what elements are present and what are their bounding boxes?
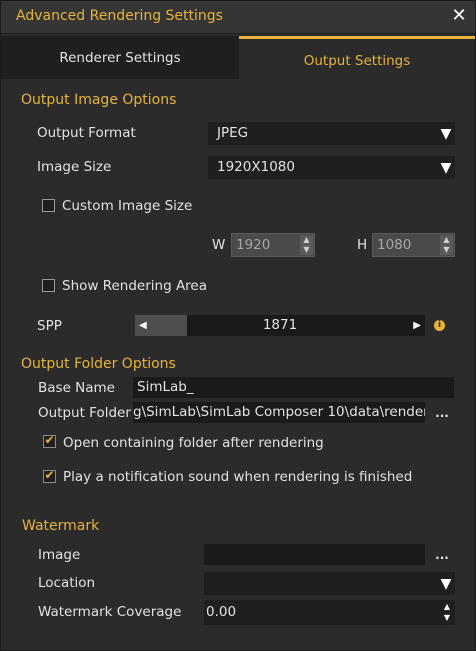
image-size-dropdown[interactable]: 1920X1080 ▼: [208, 156, 455, 179]
watermark-image-label: Image: [38, 547, 81, 563]
triangle-down-icon: ▼: [440, 160, 452, 176]
tab-renderer-settings[interactable]: Renderer Settings: [1, 36, 239, 79]
base-name-input[interactable]: SimLab_: [133, 377, 454, 398]
watermark-image-input[interactable]: [204, 544, 425, 565]
triangle-down-icon: ▼: [440, 126, 452, 142]
check-icon: ✔: [44, 468, 55, 482]
output-folder-input[interactable]: g\SimLab\SimLab Composer 10\data\renders: [133, 402, 425, 423]
output-folder-browse-button[interactable]: ...: [434, 404, 450, 422]
arrow-down-icon[interactable]: ▼: [440, 245, 453, 255]
watermark-location-label: Location: [38, 575, 96, 591]
spp-slider[interactable]: ◀ 1871 ▶: [135, 315, 425, 336]
window-title: Advanced Rendering Settings: [16, 8, 223, 24]
arrow-up-icon[interactable]: ▲: [442, 602, 452, 612]
width-label: W: [212, 237, 226, 253]
title-bar: Advanced Rendering Settings ✕: [0, 0, 476, 34]
output-format-dropdown[interactable]: JPEG ▼: [208, 122, 455, 145]
check-icon: ✔: [44, 433, 55, 447]
notification-sound-label: Play a notification sound when rendering…: [63, 469, 413, 485]
spp-label: SPP: [37, 318, 62, 334]
image-size-label: Image Size: [37, 159, 112, 175]
watermark-coverage-label: Watermark Coverage: [38, 604, 182, 620]
watermark-coverage-arrows: ▲ ▼: [442, 602, 452, 623]
close-icon[interactable]: ✕: [449, 5, 469, 27]
height-spinbox[interactable]: 1080 ▲ ▼: [372, 233, 455, 257]
output-folder-label: Output Folder: [38, 405, 131, 421]
output-folder-options-heading: Output Folder Options: [21, 356, 176, 372]
base-name-label: Base Name: [38, 380, 115, 396]
watermark-heading: Watermark: [22, 518, 100, 534]
width-spin-arrows: ▲ ▼: [300, 235, 313, 255]
arrow-up-icon[interactable]: ▲: [440, 235, 453, 245]
watermark-location-dropdown[interactable]: ▼: [204, 572, 455, 595]
spp-value: 1871: [262, 317, 298, 333]
height-spin-arrows: ▲ ▼: [440, 235, 453, 255]
watermark-image-browse-button[interactable]: ...: [434, 546, 450, 564]
width-value: 1920: [236, 237, 271, 253]
open-folder-label: Open containing folder after rendering: [63, 435, 324, 451]
image-size-value: 1920X1080: [217, 159, 295, 175]
output-format-value: JPEG: [217, 125, 249, 141]
arrow-up-icon[interactable]: ▲: [300, 235, 313, 245]
custom-image-size-label: Custom Image Size: [62, 198, 193, 214]
info-icon[interactable]: i: [434, 320, 445, 331]
height-value: 1080: [377, 237, 412, 253]
show-rendering-area-label: Show Rendering Area: [62, 278, 208, 294]
output-format-label: Output Format: [37, 125, 136, 141]
show-rendering-area-checkbox[interactable]: [42, 279, 55, 292]
arrow-down-icon[interactable]: ▼: [300, 245, 313, 255]
notification-sound-checkbox[interactable]: ✔: [43, 468, 56, 483]
triangle-down-icon: ▼: [440, 576, 452, 592]
height-label: H: [357, 237, 368, 253]
arrow-down-icon[interactable]: ▼: [442, 613, 452, 623]
tab-output-settings[interactable]: Output Settings: [239, 36, 475, 79]
output-image-options-heading: Output Image Options: [21, 92, 177, 108]
watermark-coverage-spinbox[interactable]: 0.00 ▲ ▼: [204, 600, 455, 625]
arrow-right-icon[interactable]: ▶: [409, 315, 421, 336]
custom-image-size-checkbox[interactable]: [42, 199, 55, 212]
watermark-coverage-value: 0.00: [206, 604, 237, 620]
width-spinbox[interactable]: 1920 ▲ ▼: [231, 233, 315, 257]
open-folder-checkbox[interactable]: ✔: [43, 433, 56, 448]
tab-bar: Renderer Settings Output Settings: [1, 36, 475, 79]
